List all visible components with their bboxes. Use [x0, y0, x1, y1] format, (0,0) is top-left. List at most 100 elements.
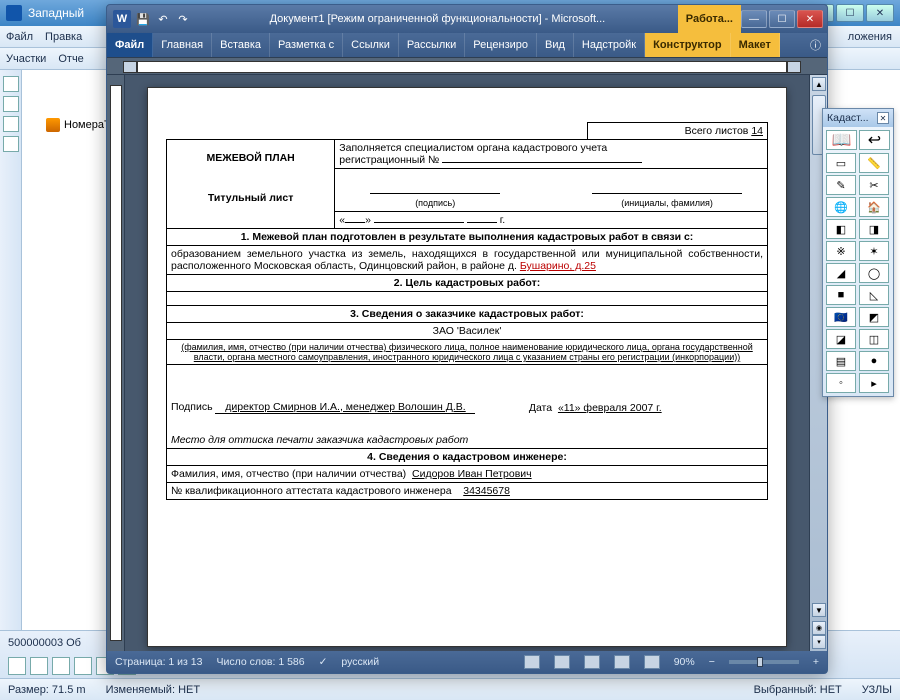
gis-bottom-tool-1[interactable] [8, 657, 26, 675]
doc-subtitle: Титульный лист [208, 192, 294, 204]
doc-section-1-header: 1. Межевой план подготовлен в результате… [167, 229, 768, 246]
panel-tool-16[interactable]: 🇪🇺 [826, 307, 856, 327]
doc-title: МЕЖЕВОЙ ПЛАН [206, 152, 294, 164]
word-horizontal-ruler[interactable] [107, 57, 827, 75]
gis-menu-right[interactable]: ложения [848, 31, 900, 43]
ruler-right-margin[interactable] [787, 61, 801, 73]
status-language[interactable]: русский [341, 656, 379, 668]
panel-tool-14[interactable]: ■ [826, 285, 856, 305]
gis-close-button[interactable]: ✕ [866, 4, 894, 22]
gis-status-selected: Выбранный: НЕТ [754, 684, 842, 696]
zoom-slider[interactable] [729, 660, 799, 664]
ruler-strip[interactable] [137, 61, 787, 73]
scroll-nav[interactable]: ◉▾ [812, 621, 826, 649]
undo-icon[interactable]: ↶ [155, 11, 171, 27]
panel-tool-undo-icon[interactable]: ↩ [859, 130, 890, 150]
view-print-layout-icon[interactable] [524, 655, 540, 669]
panel-tool-9[interactable]: ◨ [859, 219, 889, 239]
zoom-out-icon[interactable]: − [709, 656, 715, 668]
save-icon[interactable]: 💾 [135, 11, 151, 27]
gis-menu-edit[interactable]: Правка [45, 31, 82, 43]
status-zoom-value[interactable]: 90% [674, 656, 695, 668]
gis-menu-parcels[interactable]: Участки [6, 53, 46, 65]
gis-bottom-tool-4[interactable] [74, 657, 92, 675]
gis-statusbar: Размер: 71.5 m Изменяемый: НЕТ Выбранный… [0, 678, 900, 700]
tab-design[interactable]: Конструктор [645, 33, 730, 57]
ribbon-help[interactable]: ⓘ [804, 33, 827, 57]
word-ribbon-tabs[interactable]: Файл Главная Вставка Разметка с Ссылки Р… [107, 33, 827, 57]
panel-tool-17[interactable]: ◩ [859, 307, 889, 327]
word-minimize-button[interactable]: — [741, 10, 767, 28]
gis-tool-arrow-icon[interactable] [3, 76, 19, 92]
gis-bottom-tool-2[interactable] [30, 657, 48, 675]
gis-menu-reports[interactable]: Отче [58, 53, 83, 65]
status-words[interactable]: Число слов: 1 586 [216, 656, 304, 668]
tab-references[interactable]: Ссылки [343, 33, 399, 57]
view-draft-icon[interactable] [644, 655, 660, 669]
scroll-up-icon[interactable]: ▲ [812, 77, 826, 91]
gis-status-editable: Изменяемый: НЕТ [106, 684, 201, 696]
panel-tool-2[interactable]: ▭ [826, 153, 856, 173]
gis-left-toolbar[interactable] [0, 70, 22, 678]
panel-tool-5[interactable]: ✂ [859, 175, 889, 195]
word-app-icon: W [113, 10, 131, 28]
panel-tool-19[interactable]: ◫ [859, 329, 889, 349]
view-web-icon[interactable] [584, 655, 600, 669]
panel-tool-20[interactable]: ▤ [826, 351, 856, 371]
gis-app-icon [6, 5, 22, 21]
tab-table-layout[interactable]: Макет [731, 33, 780, 57]
view-outline-icon[interactable] [614, 655, 630, 669]
panel-tool-21[interactable]: ● [859, 351, 889, 371]
redo-icon[interactable]: ↷ [175, 11, 191, 27]
ruler-left-margin[interactable] [123, 61, 137, 73]
panel-tool-11[interactable]: ✶ [859, 241, 889, 261]
panel-tool-4[interactable]: ✎ [826, 175, 856, 195]
word-close-button[interactable]: ✕ [797, 10, 823, 28]
word-statusbar[interactable]: Страница: 1 из 13 Число слов: 1 586 ✓ ру… [107, 651, 827, 673]
panel-tool-12[interactable]: ◢ [826, 263, 856, 283]
document-page[interactable]: Всего листов 14 МЕЖЕВОЙ ПЛАН Титульный л… [147, 87, 787, 647]
panel-tool-23[interactable]: ▸ [859, 373, 889, 393]
word-page-area[interactable]: Всего листов 14 МЕЖЕВОЙ ПЛАН Титульный л… [125, 75, 809, 651]
word-maximize-button[interactable]: ☐ [769, 10, 795, 28]
tab-mailings[interactable]: Рассылки [399, 33, 465, 57]
panel-tool-13[interactable]: ◯ [859, 263, 889, 283]
status-proof-icon[interactable]: ✓ [319, 656, 328, 668]
tab-layout[interactable]: Разметка с [270, 33, 343, 57]
status-page[interactable]: Страница: 1 из 13 [115, 656, 202, 668]
panel-tool-22[interactable]: ◦ [826, 373, 856, 393]
gis-tool-point-icon[interactable] [3, 136, 19, 152]
cadastre-panel-title: Кадаст... [827, 112, 869, 124]
panel-tool-7[interactable]: 🏠 [859, 197, 889, 217]
cadastre-panel-close-icon[interactable]: ✕ [877, 112, 889, 124]
word-titlebar[interactable]: W 💾 ↶ ↷ Документ1 [Режим ограниченной фу… [107, 5, 827, 33]
panel-tool-book-icon[interactable]: 📖 [826, 130, 857, 150]
panel-tool-8[interactable]: ◧ [826, 219, 856, 239]
folder-icon [46, 118, 60, 132]
cadastre-tool-panel[interactable]: Кадаст... ✕ 📖 ↩ ▭ 📏 ✎ ✂ 🌐 🏠 ◧ ◨ ※ ✶ ◢ ◯ … [822, 108, 894, 397]
gis-tool-rect-icon[interactable] [3, 96, 19, 112]
gis-title: Западный [28, 6, 84, 20]
word-vertical-ruler[interactable] [107, 75, 125, 651]
zoom-in-icon[interactable]: + [813, 656, 819, 668]
tab-review[interactable]: Рецензиро [465, 33, 537, 57]
panel-tool-10[interactable]: ※ [826, 241, 856, 261]
gis-bottom-tool-3[interactable] [52, 657, 70, 675]
view-reading-icon[interactable] [554, 655, 570, 669]
gis-maximize-button[interactable]: ☐ [836, 4, 864, 22]
panel-tool-3[interactable]: 📏 [859, 153, 889, 173]
tab-view[interactable]: Вид [537, 33, 574, 57]
tab-insert[interactable]: Вставка [212, 33, 270, 57]
gis-tool-line-icon[interactable] [3, 116, 19, 132]
word-window: W 💾 ↶ ↷ Документ1 [Режим ограниченной фу… [106, 4, 828, 674]
tab-file[interactable]: Файл [107, 33, 153, 57]
panel-tool-6[interactable]: 🌐 [826, 197, 856, 217]
tab-addins[interactable]: Надстройк [574, 33, 645, 57]
word-quick-access[interactable]: W 💾 ↶ ↷ [107, 10, 197, 28]
scroll-down-icon[interactable]: ▼ [812, 603, 826, 617]
gis-status-size: Размер: 71.5 m [8, 684, 86, 696]
gis-menu-file[interactable]: Файл [6, 31, 33, 43]
panel-tool-18[interactable]: ◪ [826, 329, 856, 349]
tab-home[interactable]: Главная [153, 33, 212, 57]
panel-tool-15[interactable]: ◺ [859, 285, 889, 305]
